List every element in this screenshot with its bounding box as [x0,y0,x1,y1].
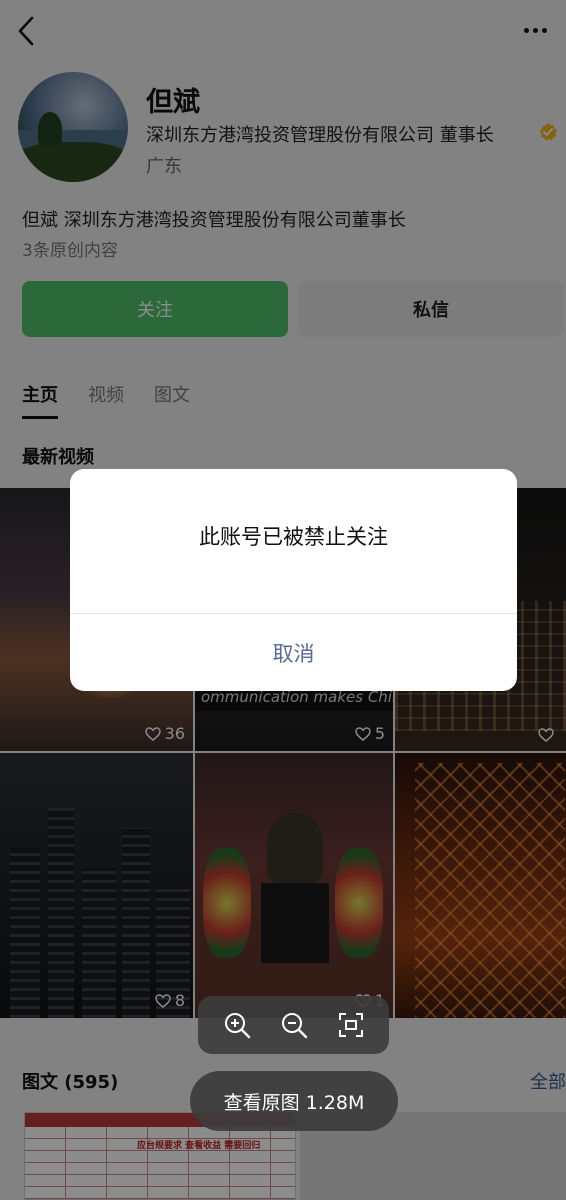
blocked-follow-dialog: 此账号已被禁止关注 取消 [70,469,517,691]
zoom-in-icon[interactable] [222,1010,252,1040]
cancel-button[interactable]: 取消 [70,614,517,691]
fit-screen-icon[interactable] [336,1010,366,1040]
dialog-message: 此账号已被禁止关注 [199,525,388,549]
zoom-out-icon[interactable] [279,1010,309,1040]
profile-page: 但斌 深圳东方港湾投资管理股份有限公司 董事长 广东 但斌 深圳东方港湾投资管理… [0,0,566,1200]
image-viewer-toolbar [198,996,389,1054]
view-original-button[interactable]: 查看原图 1.28M [190,1071,398,1131]
